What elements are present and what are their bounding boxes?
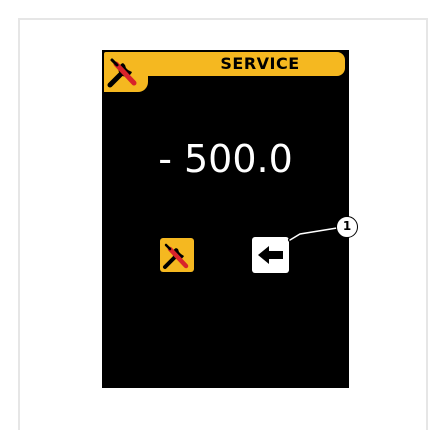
callout-leader-line xyxy=(288,226,339,242)
callout-marker: 1 xyxy=(336,216,358,238)
